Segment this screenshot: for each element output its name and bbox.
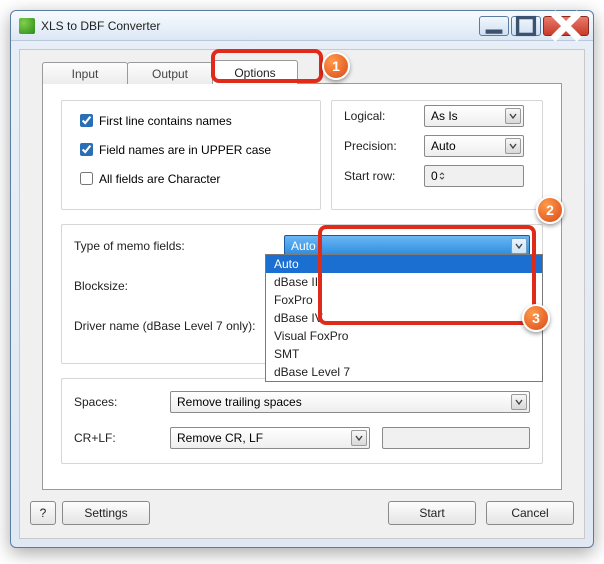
dropdown-item-dbase3[interactable]: dBase III [266,273,542,291]
close-button[interactable] [543,16,589,36]
application-window: XLS to DBF Converter Input Output Option… [10,10,594,548]
startrow-input[interactable]: 0 [424,165,524,187]
dropdown-item-vfp[interactable]: Visual FoxPro [266,327,542,345]
dropdown-item-foxpro[interactable]: FoxPro [266,291,542,309]
crlf-value: Remove CR, LF [177,431,263,445]
dropdown-item-auto[interactable]: Auto [266,255,542,273]
right-group: Logical: As Is Precision: Auto Start row… [331,100,543,210]
logical-value: As Is [431,109,458,123]
tab-row: Input Output Options [42,62,297,86]
first-line-label: First line contains names [99,114,232,128]
callout-3: 3 [522,304,550,332]
all-char-input[interactable] [80,172,93,185]
client-area: Input Output Options First line contains… [19,49,585,539]
all-char-label: All fields are Character [99,172,220,186]
bottom-bar: ? Settings Start Cancel [30,498,574,528]
dropdown-item-dbase4[interactable]: dBase IV [266,309,542,327]
maximize-button[interactable] [511,16,541,36]
upper-case-input[interactable] [80,143,93,156]
startrow-value: 0 [431,169,438,183]
tab-output[interactable]: Output [127,62,213,84]
memo-type-dropdown[interactable]: Auto dBase III FoxPro dBase IV Visual Fo… [265,254,543,382]
start-button[interactable]: Start [388,501,476,525]
window-title: XLS to DBF Converter [41,19,477,33]
dropdown-item-smt[interactable]: SMT [266,345,542,363]
options-page: First line contains names Field names ar… [42,83,562,490]
crlf-label: CR+LF: [74,431,170,445]
upper-case-checkbox[interactable]: Field names are in UPPER case [76,140,306,159]
first-line-input[interactable] [80,114,93,127]
logical-combo[interactable]: As Is [424,105,524,127]
crlf-combo[interactable]: Remove CR, LF [170,427,370,449]
first-line-checkbox[interactable]: First line contains names [76,111,306,130]
chevron-down-icon [505,108,521,124]
blocksize-label: Blocksize: [74,279,284,293]
spaces-label: Spaces: [74,395,170,409]
all-char-checkbox[interactable]: All fields are Character [76,169,306,188]
callout-2: 2 [536,196,564,224]
chevron-down-icon[interactable] [511,238,527,254]
spaces-combo[interactable]: Remove trailing spaces [170,391,530,413]
settings-button[interactable]: Settings [62,501,150,525]
chevron-down-icon [505,138,521,154]
tab-options[interactable]: Options [212,60,298,84]
minimize-button[interactable] [479,16,509,36]
app-icon [19,18,35,34]
checkbox-group: First line contains names Field names ar… [61,100,321,210]
bottom-group: Spaces: Remove trailing spaces CR+LF: Re… [61,378,543,464]
dropdown-item-dbase7[interactable]: dBase Level 7 [266,363,542,381]
precision-label: Precision: [344,139,424,153]
precision-combo[interactable]: Auto [424,135,524,157]
help-button[interactable]: ? [30,501,56,525]
precision-value: Auto [431,139,456,153]
crlf-extra-input[interactable] [382,427,530,449]
tab-input[interactable]: Input [42,62,128,84]
titlebar: XLS to DBF Converter [11,11,593,41]
chevron-down-icon [511,394,527,410]
startrow-label: Start row: [344,169,424,183]
spaces-value: Remove trailing spaces [177,395,302,409]
driver-name-label: Driver name (dBase Level 7 only): [74,319,284,333]
chevron-down-icon [351,430,367,446]
memo-type-value: Auto [291,239,316,253]
logical-label: Logical: [344,109,424,123]
callout-1: 1 [322,52,350,80]
memo-type-label: Type of memo fields: [74,239,284,253]
cancel-button[interactable]: Cancel [486,501,574,525]
spinner-icon[interactable] [438,169,446,183]
upper-case-label: Field names are in UPPER case [99,143,271,157]
